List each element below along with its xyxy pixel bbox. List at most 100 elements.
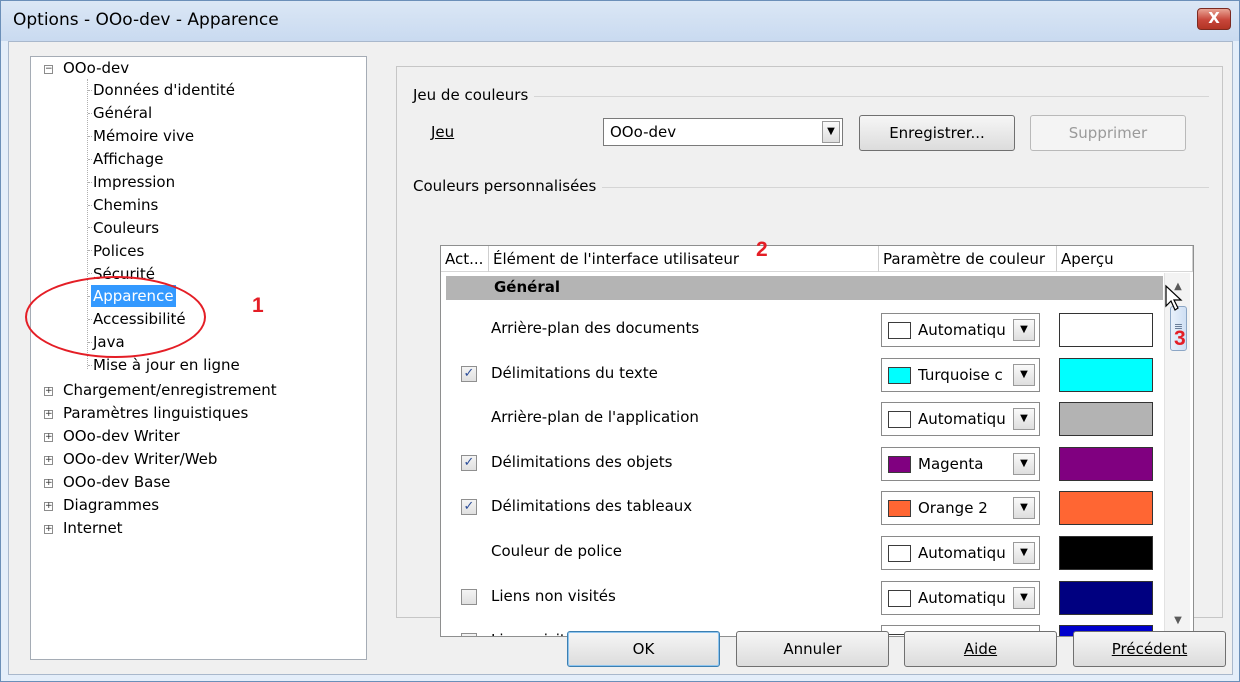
window-title: Options - OOo-dev - Apparence [13,10,279,30]
tree-item-language[interactable]: Paramètres linguistiques [63,402,248,424]
ok-button[interactable]: OK [567,631,720,667]
tree-item-fonts[interactable]: Polices [93,240,144,262]
tree-item-internet[interactable]: Internet [63,517,123,539]
row-label: Délimitations des tableaux [491,497,693,516]
delete-scheme-button[interactable]: Supprimer [1030,115,1186,151]
chevron-down-icon[interactable]: ▼ [1013,497,1035,520]
active-checkbox[interactable]: ✓ [461,454,477,471]
table-header: Act... Élément de l'interface utilisateu… [441,246,1193,272]
section-label: Général [494,278,560,296]
table-row[interactable]: Arrière-plan de l'application Automatiqu… [441,398,1163,442]
color-preview [1059,580,1153,615]
color-name: Orange 2 [918,499,988,518]
tree-item-memory[interactable]: Mémoire vive [93,125,194,147]
color-name: Automatiqu [918,321,1006,339]
help-button[interactable]: Aide [904,631,1057,667]
check-icon: ✓ [463,454,475,470]
chevron-down-icon[interactable]: ▼ [1013,363,1035,386]
color-select[interactable]: Automatiqu ▼ [881,313,1040,347]
tree-guide-line [88,364,92,366]
column-header-element[interactable]: Élément de l'interface utilisateur [489,246,879,272]
color-select[interactable]: Automatiqu ▼ [881,580,1040,615]
collapse-icon[interactable]: − [44,65,53,74]
scheme-select-value: OOo-dev [610,123,677,141]
active-checkbox[interactable] [461,588,477,605]
check-icon: ✓ [463,365,475,381]
color-select[interactable]: Magenta ▼ [881,446,1040,481]
tree-guide-line [88,181,92,183]
chevron-down-icon[interactable]: ▼ [1013,586,1035,609]
column-header-preview[interactable]: Aperçu [1057,246,1193,272]
color-swatch [888,589,911,607]
plus-icon[interactable]: + [44,410,53,419]
plus-icon[interactable]: + [44,479,53,488]
color-swatch [888,500,911,518]
tree-item-colors[interactable]: Couleurs [93,217,159,239]
tree-guide-line [88,204,92,206]
dialog-client: − OOo-dev Données d'identité Général Mém… [8,41,1233,675]
tree-item-base[interactable]: OOo-dev Base [63,471,170,493]
tree-guide-line [88,250,92,252]
chevron-down-icon[interactable]: ▼ [822,121,840,143]
row-label: Couleur de police [491,542,623,560]
table-row[interactable]: ✓ Délimitations du texte Turquoise c ▼ [441,354,1163,398]
color-preview [1059,402,1153,437]
tree-guide-line [88,90,92,91]
color-select[interactable]: Orange 2 ▼ [881,491,1040,526]
color-name: Magenta [918,454,984,473]
active-checkbox[interactable]: ✓ [461,365,477,382]
cancel-button[interactable]: Annuler [736,631,889,667]
row-label: Délimitations du texte [491,363,658,382]
color-swatch [888,455,911,473]
table-row[interactable]: Couleur de police Automatiqu ▼ [441,532,1163,576]
tree-item-writer[interactable]: OOo-dev Writer [63,425,180,447]
tree-item-writer-web[interactable]: OOo-dev Writer/Web [63,448,217,470]
options-dialog: Options - OOo-dev - Apparence X − OOo-de… [0,0,1240,682]
color-preview [1059,491,1153,526]
plus-icon[interactable]: + [44,387,53,396]
tree-item-print[interactable]: Impression [93,171,175,193]
section-row: Général [446,276,1163,300]
color-name: Automatiqu [918,588,1006,607]
table-row[interactable]: ✓ Délimitations des tableaux Orange 2 ▼ [441,487,1163,531]
tree-item-load-save[interactable]: Chargement/enregistrement [63,379,277,401]
active-checkbox[interactable]: ✓ [461,499,477,516]
plus-icon[interactable]: + [44,433,53,442]
tree-item-identity[interactable]: Données d'identité [93,79,235,101]
tree-item-ooo-dev[interactable]: OOo-dev [63,57,129,79]
color-select[interactable]: Automatiqu ▼ [881,402,1040,437]
title-bar[interactable]: Options - OOo-dev - Apparence X [1,1,1239,41]
column-header-active[interactable]: Act... [441,246,489,272]
tree-item-general[interactable]: Général [93,102,152,124]
tree-guide-line [88,273,92,275]
tree-guide-line [88,227,92,229]
column-header-color[interactable]: Paramètre de couleur [879,246,1057,272]
tree-item-charts[interactable]: Diagrammes [63,494,159,516]
scheme-label: Jeu [431,123,455,141]
color-select[interactable]: Automatiqu ▼ [881,536,1040,570]
save-scheme-button[interactable]: Enregistrer... [859,115,1015,151]
plus-icon[interactable]: + [44,502,53,511]
scroll-down-arrow[interactable]: ▼ [1165,609,1191,633]
chevron-down-icon[interactable]: ▼ [1013,452,1035,475]
tree-item-paths[interactable]: Chemins [93,194,158,216]
color-swatch [888,545,911,562]
color-name: Turquoise c [918,365,1003,384]
close-button[interactable]: X [1197,8,1231,30]
table-row[interactable]: Liens non visités Automatiqu ▼ [441,577,1163,621]
row-label: Arrière-plan de l'application [491,408,699,427]
annotation-3: 3 [1174,327,1186,350]
back-button[interactable]: Précédent [1073,631,1226,667]
active-checkbox[interactable] [461,633,477,636]
tree-item-view[interactable]: Affichage [93,148,163,170]
options-tree: − OOo-dev Données d'identité Général Mém… [30,56,367,660]
color-select[interactable]: Turquoise c ▼ [881,357,1040,392]
plus-icon[interactable]: + [44,456,53,465]
plus-icon[interactable]: + [44,525,53,534]
chevron-down-icon[interactable]: ▼ [1013,319,1035,341]
chevron-down-icon[interactable]: ▼ [1013,408,1035,431]
scheme-select[interactable]: OOo-dev ▼ [603,118,843,146]
table-row[interactable]: Arrière-plan des documents Automatiqu ▼ [441,309,1163,353]
table-row[interactable]: ✓ Délimitations des objets Magenta ▼ [441,443,1163,487]
chevron-down-icon[interactable]: ▼ [1013,542,1035,564]
